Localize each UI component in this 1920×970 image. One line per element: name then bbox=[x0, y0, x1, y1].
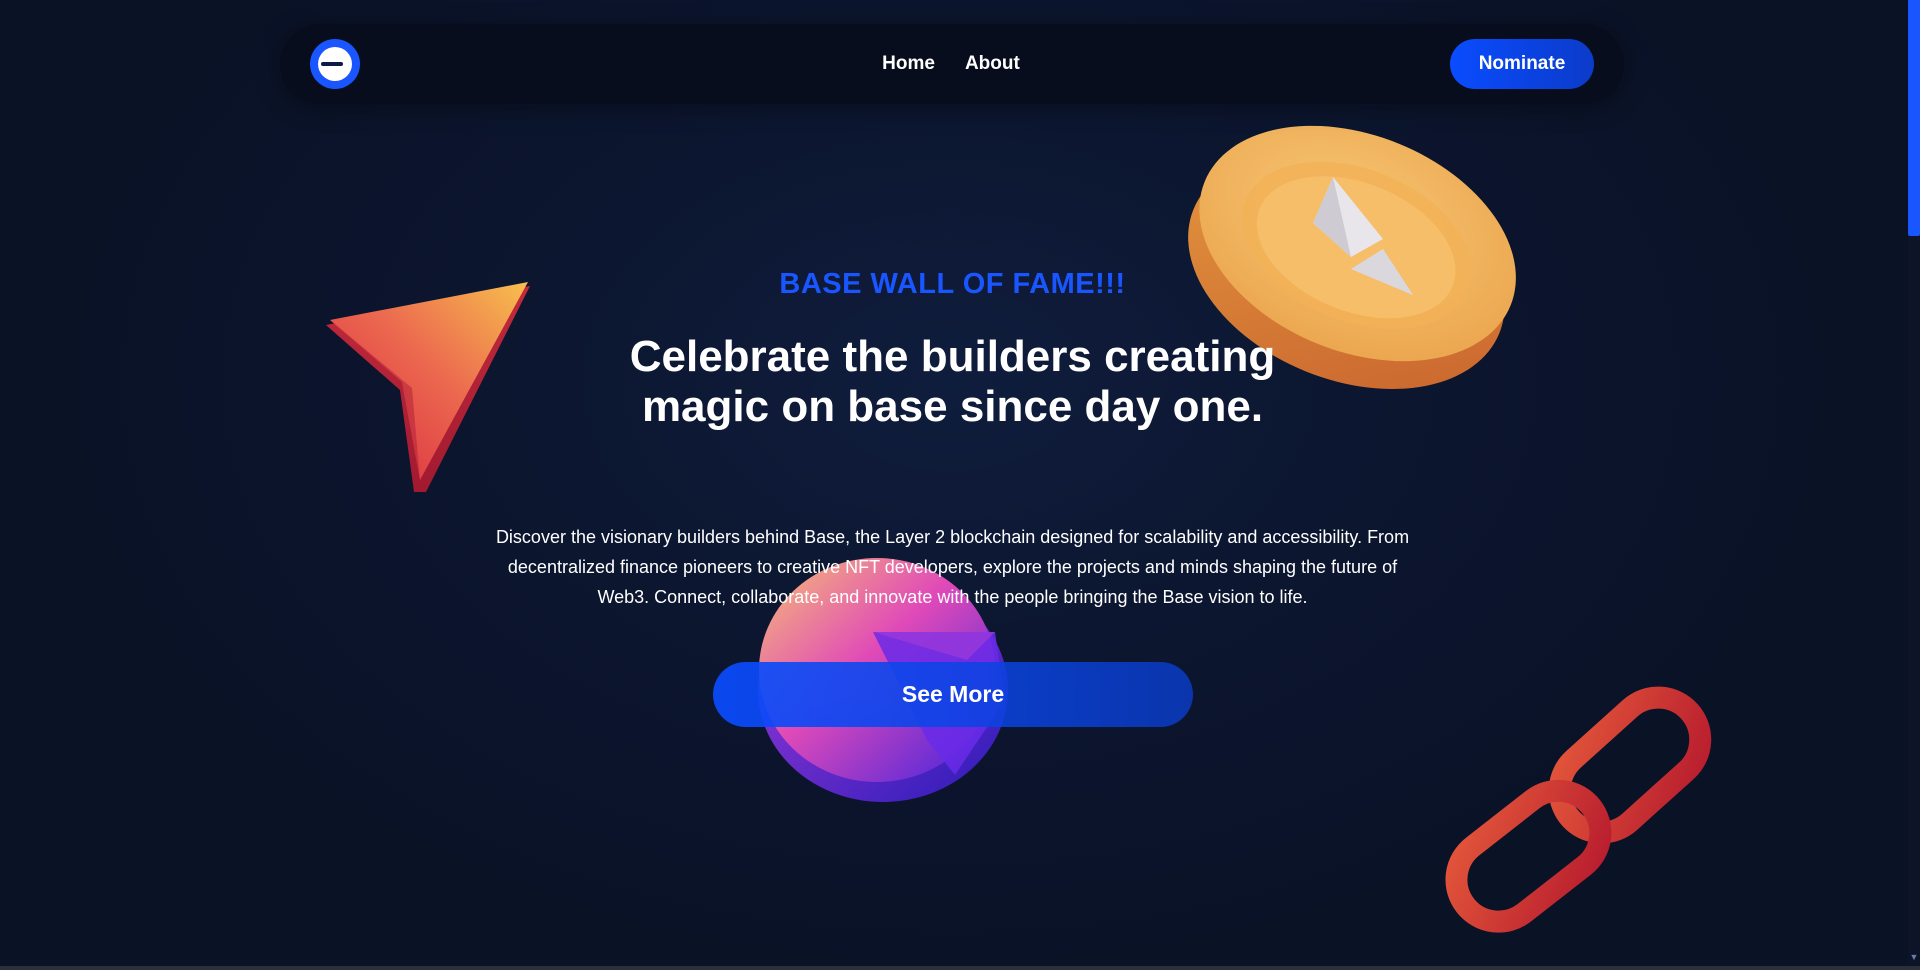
window-bottom-edge bbox=[0, 966, 1920, 970]
chain-link-icon bbox=[1445, 686, 1712, 933]
hero-description: Discover the visionary builders behind B… bbox=[495, 527, 1410, 607]
nav-link-about[interactable]: About bbox=[965, 53, 1020, 75]
page-scrollbar[interactable]: ▼ bbox=[1908, 0, 1920, 966]
landing-page: Home About Nominate BASE WALL OF FAME!!!… bbox=[0, 0, 1920, 970]
nav-links: Home About bbox=[279, 24, 1623, 104]
nav-link-home[interactable]: Home bbox=[882, 53, 935, 75]
paper-plane-cursor-icon bbox=[326, 282, 530, 492]
hero-eyebrow: BASE WALL OF FAME!!! bbox=[779, 268, 1126, 300]
see-more-button[interactable]: See More bbox=[713, 662, 1193, 727]
top-navbar: Home About Nominate bbox=[280, 24, 1624, 104]
hero-headline: Celebrate the builders creating magic on… bbox=[629, 332, 1276, 431]
nominate-button[interactable]: Nominate bbox=[1450, 39, 1594, 89]
scroll-down-arrow-icon[interactable]: ▼ bbox=[1909, 952, 1919, 962]
scrollbar-thumb[interactable] bbox=[1908, 0, 1920, 236]
